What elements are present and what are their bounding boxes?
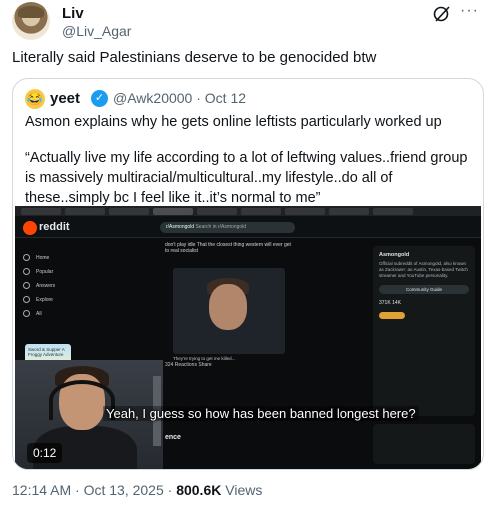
author-handle[interactable]: @Liv_Agar [62, 23, 131, 39]
nav-label: Explore [36, 296, 53, 303]
tweet-timestamp[interactable]: 12:14 AM · Oct 13, 2025 · [12, 482, 176, 498]
nav-explore: Explore [23, 296, 53, 303]
tweet-text: Literally said Palestinians deserve to b… [12, 49, 377, 66]
post-text: don't play idle That the closest thing w… [165, 242, 291, 254]
nav-home: Home [23, 254, 49, 261]
tweet-meta: 12:14 AM · Oct 13, 2025 · 800.6K Views [12, 482, 262, 498]
nav-label: All [36, 310, 42, 317]
quote-text-line1: Asmon explains why he gets online leftis… [25, 114, 442, 130]
reddit-search: r/Asmongold Search in r/Asmongold [160, 222, 295, 233]
quote-date: · Oct 12 [196, 90, 247, 106]
quote-text-line2: “Actually live my life according to a lo… [25, 150, 468, 206]
view-count: 800.6K [176, 482, 222, 498]
quote-avatar[interactable]: 😂 [25, 89, 45, 109]
more-icon[interactable]: ··· [460, 2, 479, 20]
tweet: Liv @Liv_Agar ··· Literally said Palesti… [0, 0, 496, 512]
tweet-header: Liv @Liv_Agar ··· [12, 2, 484, 40]
search-prefix: r/Asmongold [166, 224, 195, 230]
user-flair-badge [379, 312, 405, 319]
sidebar-stats: 371K 14K [379, 300, 401, 306]
sidebar-description: Official subreddit of Asmongold, also kn… [379, 261, 468, 278]
video-subtitle: Yeah, I guess so how has been banned lon… [103, 406, 419, 421]
post-video-thumbnail [173, 268, 285, 354]
nav-label: Answers [36, 282, 56, 289]
browser-tabs [15, 206, 481, 216]
post-caption: They're trying to get me killed... [173, 356, 236, 361]
nav-answers: Answers [23, 282, 55, 289]
quote-handle-date: @Awk20000 · Oct 12 [113, 90, 246, 106]
sidebar-title: Asmongold [379, 252, 410, 258]
views-label: Views [221, 482, 263, 498]
sidebar-bookmarks [373, 424, 475, 464]
community-guide-button: Community Guide [379, 285, 469, 294]
nav-label: Popular [36, 268, 54, 275]
reddit-logo-icon [23, 221, 37, 235]
nav-all: All [23, 310, 42, 317]
nav-label: Home [36, 254, 50, 261]
video-duration: 0:12 [27, 443, 63, 463]
grok-icon[interactable] [433, 5, 451, 23]
quote-handle: @Awk20000 [113, 90, 193, 106]
nav-popular: Popular [23, 268, 53, 275]
quoted-tweet[interactable]: 😂 yeet ✓ @Awk20000 · Oct 12 Asmon explai… [12, 78, 484, 470]
search-placeholder: Search in r/Asmongold [195, 224, 247, 230]
verified-icon: ✓ [91, 90, 108, 107]
reddit-logo-text: reddit [39, 221, 70, 233]
video-player[interactable]: reddit r/Asmongold Search in r/Asmongold… [15, 206, 481, 469]
subreddit-sidebar: Asmongold Official subreddit of Asmongol… [373, 246, 475, 416]
avatar[interactable] [12, 2, 50, 40]
partial-text: ence [165, 434, 181, 441]
quote-author-name[interactable]: yeet [50, 90, 80, 107]
post-stats: 324 Reactions Share [165, 362, 212, 368]
author-name[interactable]: Liv [62, 5, 84, 22]
